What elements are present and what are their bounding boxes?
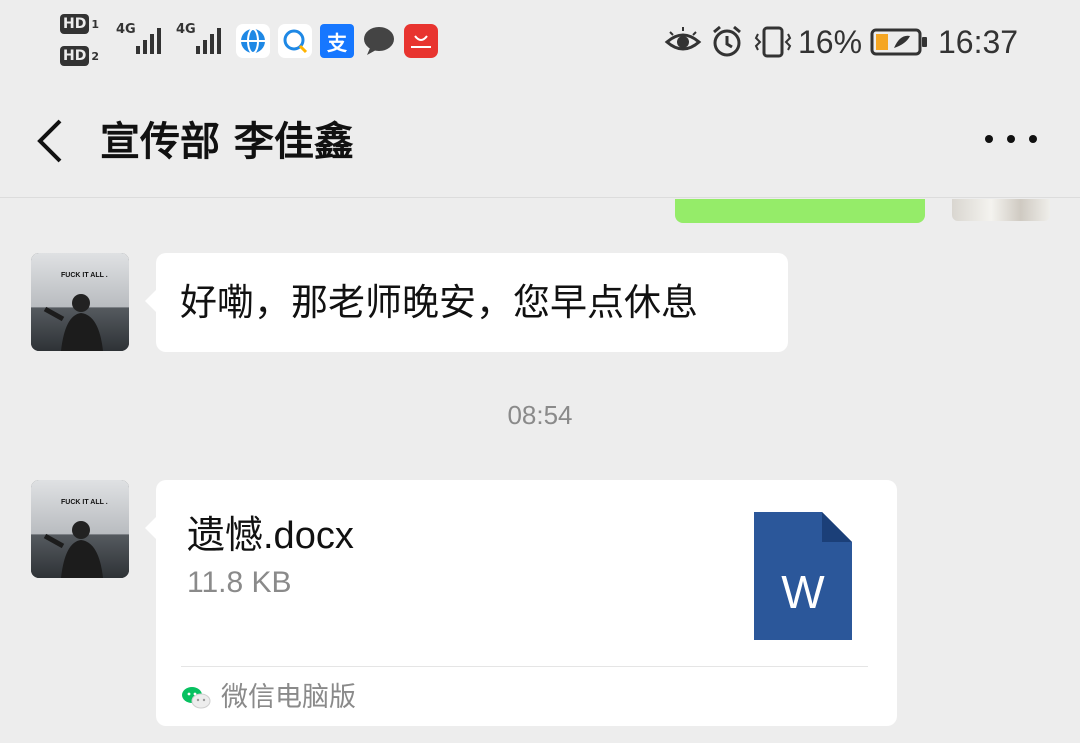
- sim2-hd-indicator: HD 2: [60, 46, 106, 68]
- sent-message-bubble[interactable]: [675, 199, 925, 223]
- huawei-appgallery-icon: [404, 24, 438, 58]
- eye-comfort-icon: [664, 22, 704, 62]
- file-source: 微信电脑版: [181, 678, 356, 718]
- file-size: 11.8 KB: [187, 566, 292, 599]
- alarm-icon: [710, 22, 746, 62]
- more-dots-icon: [985, 135, 993, 143]
- message-timestamp: 08:54: [507, 400, 573, 430]
- battery-percent: 16%: [798, 24, 863, 60]
- my-avatar[interactable]: [952, 199, 1050, 221]
- svg-text:FUCK IT ALL .: FUCK IT ALL .: [61, 272, 108, 279]
- message-icon: [362, 24, 396, 58]
- clock-time: 16:37: [938, 24, 1019, 60]
- chat-title: 宣传部 李佳鑫: [100, 119, 354, 165]
- back-button[interactable]: [32, 116, 72, 166]
- received-message-bubble[interactable]: 好嘞，那老师晚安，您早点休息: [145, 253, 788, 352]
- sim2-signal-icon: 4G: [176, 22, 228, 56]
- file-name: 遗憾.docx: [187, 515, 354, 557]
- browser-icon: [236, 24, 270, 58]
- battery-icon: [870, 22, 930, 62]
- sim1-hd-indicator: HD 1: [60, 14, 106, 36]
- word-document-icon: W: [754, 512, 852, 640]
- status-bar: HD 1 HD 2 4G 4G 支 16% 16:37: [0, 0, 1080, 86]
- chat-header: 宣传部 李佳鑫: [0, 86, 1080, 198]
- message-text: 好嘞，那老师晚安，您早点休息: [180, 281, 698, 324]
- contact-avatar[interactable]: FUCK IT ALL .: [31, 480, 129, 578]
- qq-browser-icon: [278, 24, 312, 58]
- sim1-signal-icon: 4G: [116, 22, 168, 56]
- divider: [181, 666, 868, 667]
- avatar-photo: FUCK IT ALL .: [31, 480, 129, 578]
- contact-avatar[interactable]: FUCK IT ALL .: [31, 253, 129, 351]
- file-source-label: 微信电脑版: [221, 682, 356, 713]
- more-options-button[interactable]: [985, 124, 1037, 154]
- file-message-card[interactable]: 遗憾.docx 11.8 KB W 微信电脑版: [145, 480, 897, 726]
- svg-text:FUCK IT ALL .: FUCK IT ALL .: [61, 499, 108, 506]
- alipay-icon: 支: [320, 24, 354, 58]
- svg-text:W: W: [781, 566, 825, 618]
- chevron-left-icon: [37, 119, 62, 163]
- wechat-icon: [182, 687, 211, 709]
- vibrate-icon: [752, 22, 794, 62]
- avatar-photo: FUCK IT ALL .: [31, 253, 129, 351]
